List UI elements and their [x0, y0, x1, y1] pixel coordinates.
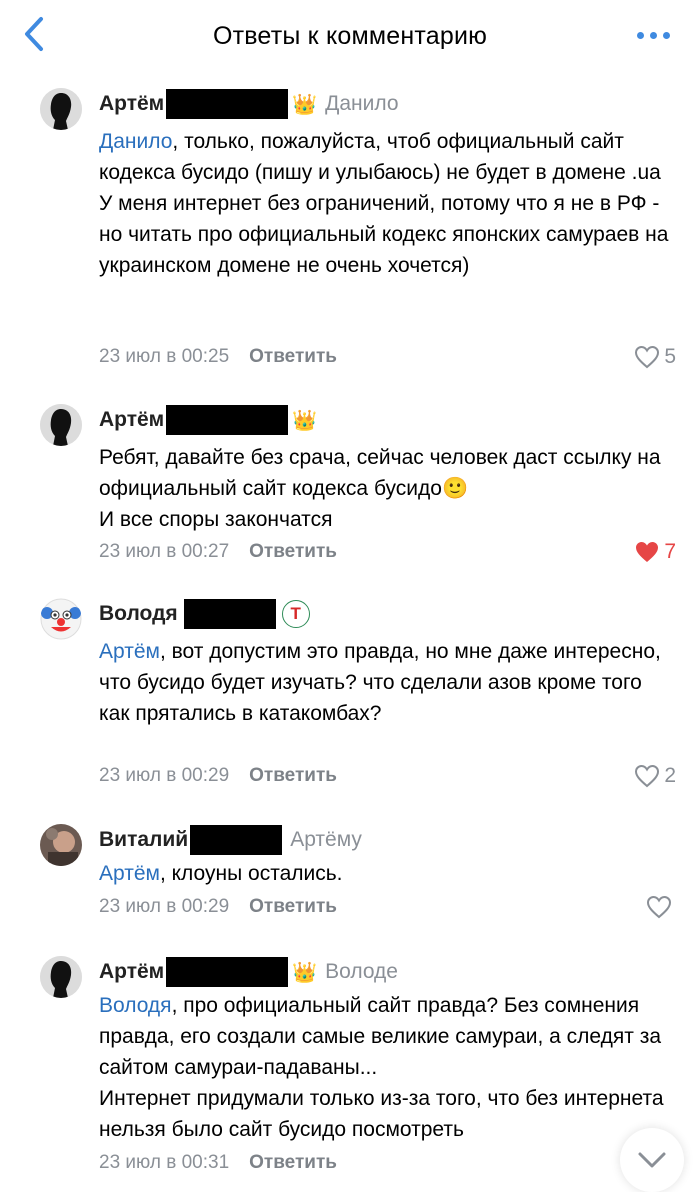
- reply-button[interactable]: Ответить: [249, 765, 337, 787]
- timestamp: 23 июл в 00:29: [99, 896, 230, 917]
- top-bar: Ответы к комментарию: [0, 0, 700, 72]
- author-name[interactable]: Артём: [99, 960, 164, 984]
- silhouette-avatar-icon: [40, 88, 82, 130]
- comment-meta: 23 июл в 00:31 Ответить: [99, 1148, 337, 1178]
- avatar[interactable]: [40, 404, 82, 446]
- reply-to-name[interactable]: Артёму: [290, 828, 362, 852]
- redacted-block: [166, 405, 289, 435]
- author-name[interactable]: Володя: [99, 602, 178, 626]
- silhouette-avatar-icon: [40, 956, 82, 998]
- comment-meta: 23 июл в 00:27 Ответить: [99, 537, 337, 567]
- team-logo-icon: Т: [281, 600, 310, 628]
- comment-item: Володя Т Артём, вот допустим это правда,…: [0, 598, 700, 798]
- mention-link[interactable]: Артём: [99, 640, 160, 663]
- reply-button[interactable]: Ответить: [249, 346, 337, 368]
- comment-text: Данило, только, пожалуйста, чтоб официал…: [99, 126, 669, 281]
- comment-text: Артём, вот допустим это правда, но мне д…: [99, 636, 669, 729]
- author-name[interactable]: Артём: [99, 92, 164, 116]
- more-options-button[interactable]: [628, 20, 678, 50]
- dot-icon: [636, 31, 644, 39]
- redacted-block: [166, 957, 289, 987]
- crown-icon: 👑: [292, 409, 318, 432]
- redacted-block: [183, 599, 276, 629]
- comment-header: Артём 👑: [99, 404, 317, 436]
- comment-header: Артём 👑 Данило: [99, 88, 399, 120]
- reply-button[interactable]: Ответить: [249, 1152, 337, 1174]
- team-logo-letter: Т: [290, 604, 301, 623]
- dot-icon: [662, 31, 670, 39]
- author-name[interactable]: Виталий: [99, 828, 188, 852]
- like-button[interactable]: 2: [634, 761, 676, 791]
- comment-text: Ребят, давайте без срача, сейчас человек…: [99, 442, 669, 535]
- comment-item: Артём 👑 Ребят, давайте без срача, сейчас…: [0, 404, 700, 574]
- comment-body: , клоуны остались.: [159, 862, 343, 885]
- heart-outline-icon: [635, 764, 660, 788]
- comment-text: Володя, про официальный сайт правда? Без…: [99, 990, 669, 1145]
- like-button[interactable]: [646, 892, 676, 922]
- reply-to-name[interactable]: Володе: [325, 960, 398, 984]
- reply-button[interactable]: Ответить: [249, 541, 337, 563]
- comment-meta: 23 июл в 00:29 Ответить: [99, 892, 337, 922]
- comment-text: Артём, клоуны остались.: [99, 858, 669, 889]
- crown-icon: 👑: [292, 93, 318, 116]
- comment-meta: 23 июл в 00:25 Ответить: [99, 342, 337, 372]
- chevron-down-icon: [638, 1152, 666, 1168]
- comment-item: Виталий Артёму Артём, клоуны остались. 2…: [0, 824, 700, 924]
- dot-icon: [649, 31, 657, 39]
- mention-link[interactable]: Артём: [99, 862, 160, 885]
- timestamp: 23 июл в 00:31: [99, 1152, 230, 1173]
- comment-body: , про официальный сайт правда? Без сомне…: [99, 994, 664, 1141]
- reply-button[interactable]: Ответить: [249, 896, 337, 918]
- comment-header: Виталий Артёму: [99, 824, 362, 856]
- heart-filled-icon: [636, 542, 659, 562]
- like-count: 2: [664, 764, 676, 787]
- timestamp: 23 июл в 00:27: [99, 541, 230, 562]
- like-button[interactable]: 5: [634, 342, 676, 372]
- like-count: 7: [664, 540, 676, 563]
- avatar[interactable]: [40, 956, 82, 998]
- author-name[interactable]: Артём: [99, 408, 164, 432]
- comment-item: Артём 👑 Володе Володя, про официальный с…: [0, 956, 700, 1185]
- comment-meta: 23 июл в 00:29 Ответить: [99, 761, 337, 791]
- timestamp: 23 июл в 00:29: [99, 765, 230, 786]
- reply-to-name[interactable]: Данило: [325, 92, 398, 116]
- avatar[interactable]: [40, 88, 82, 130]
- redacted-block: [190, 825, 283, 855]
- page-title: Ответы к комментарию: [212, 21, 488, 50]
- avatar[interactable]: [40, 598, 82, 640]
- silhouette-avatar-icon: [40, 404, 82, 446]
- photo-avatar-icon: [40, 824, 82, 866]
- comment-body: , только, пожалуйста, чтоб официальный с…: [99, 130, 669, 277]
- comment-body: Ребят, давайте без срача, сейчас человек…: [99, 446, 661, 531]
- timestamp: 23 июл в 00:25: [99, 346, 230, 367]
- heart-outline-icon: [635, 345, 660, 369]
- mention-link[interactable]: Данило: [99, 130, 172, 153]
- mention-link[interactable]: Володя: [99, 994, 172, 1017]
- chevron-left-icon: [25, 17, 43, 51]
- like-count: 5: [664, 345, 676, 368]
- clown-avatar-icon: [40, 598, 82, 640]
- like-button[interactable]: 7: [634, 537, 676, 567]
- back-button[interactable]: [14, 14, 54, 54]
- scroll-down-button[interactable]: [620, 1128, 684, 1192]
- avatar[interactable]: [40, 824, 82, 866]
- comment-body: , вот допустим это правда, но мне даже и…: [99, 640, 661, 725]
- redacted-block: [166, 89, 289, 119]
- crown-icon: 👑: [292, 961, 318, 984]
- comment-item: Артём 👑 Данило Данило, только, пожалуйст…: [0, 88, 700, 388]
- heart-outline-icon: [646, 895, 672, 919]
- comment-header: Артём 👑 Володе: [99, 956, 398, 988]
- comment-header: Володя Т: [99, 598, 310, 630]
